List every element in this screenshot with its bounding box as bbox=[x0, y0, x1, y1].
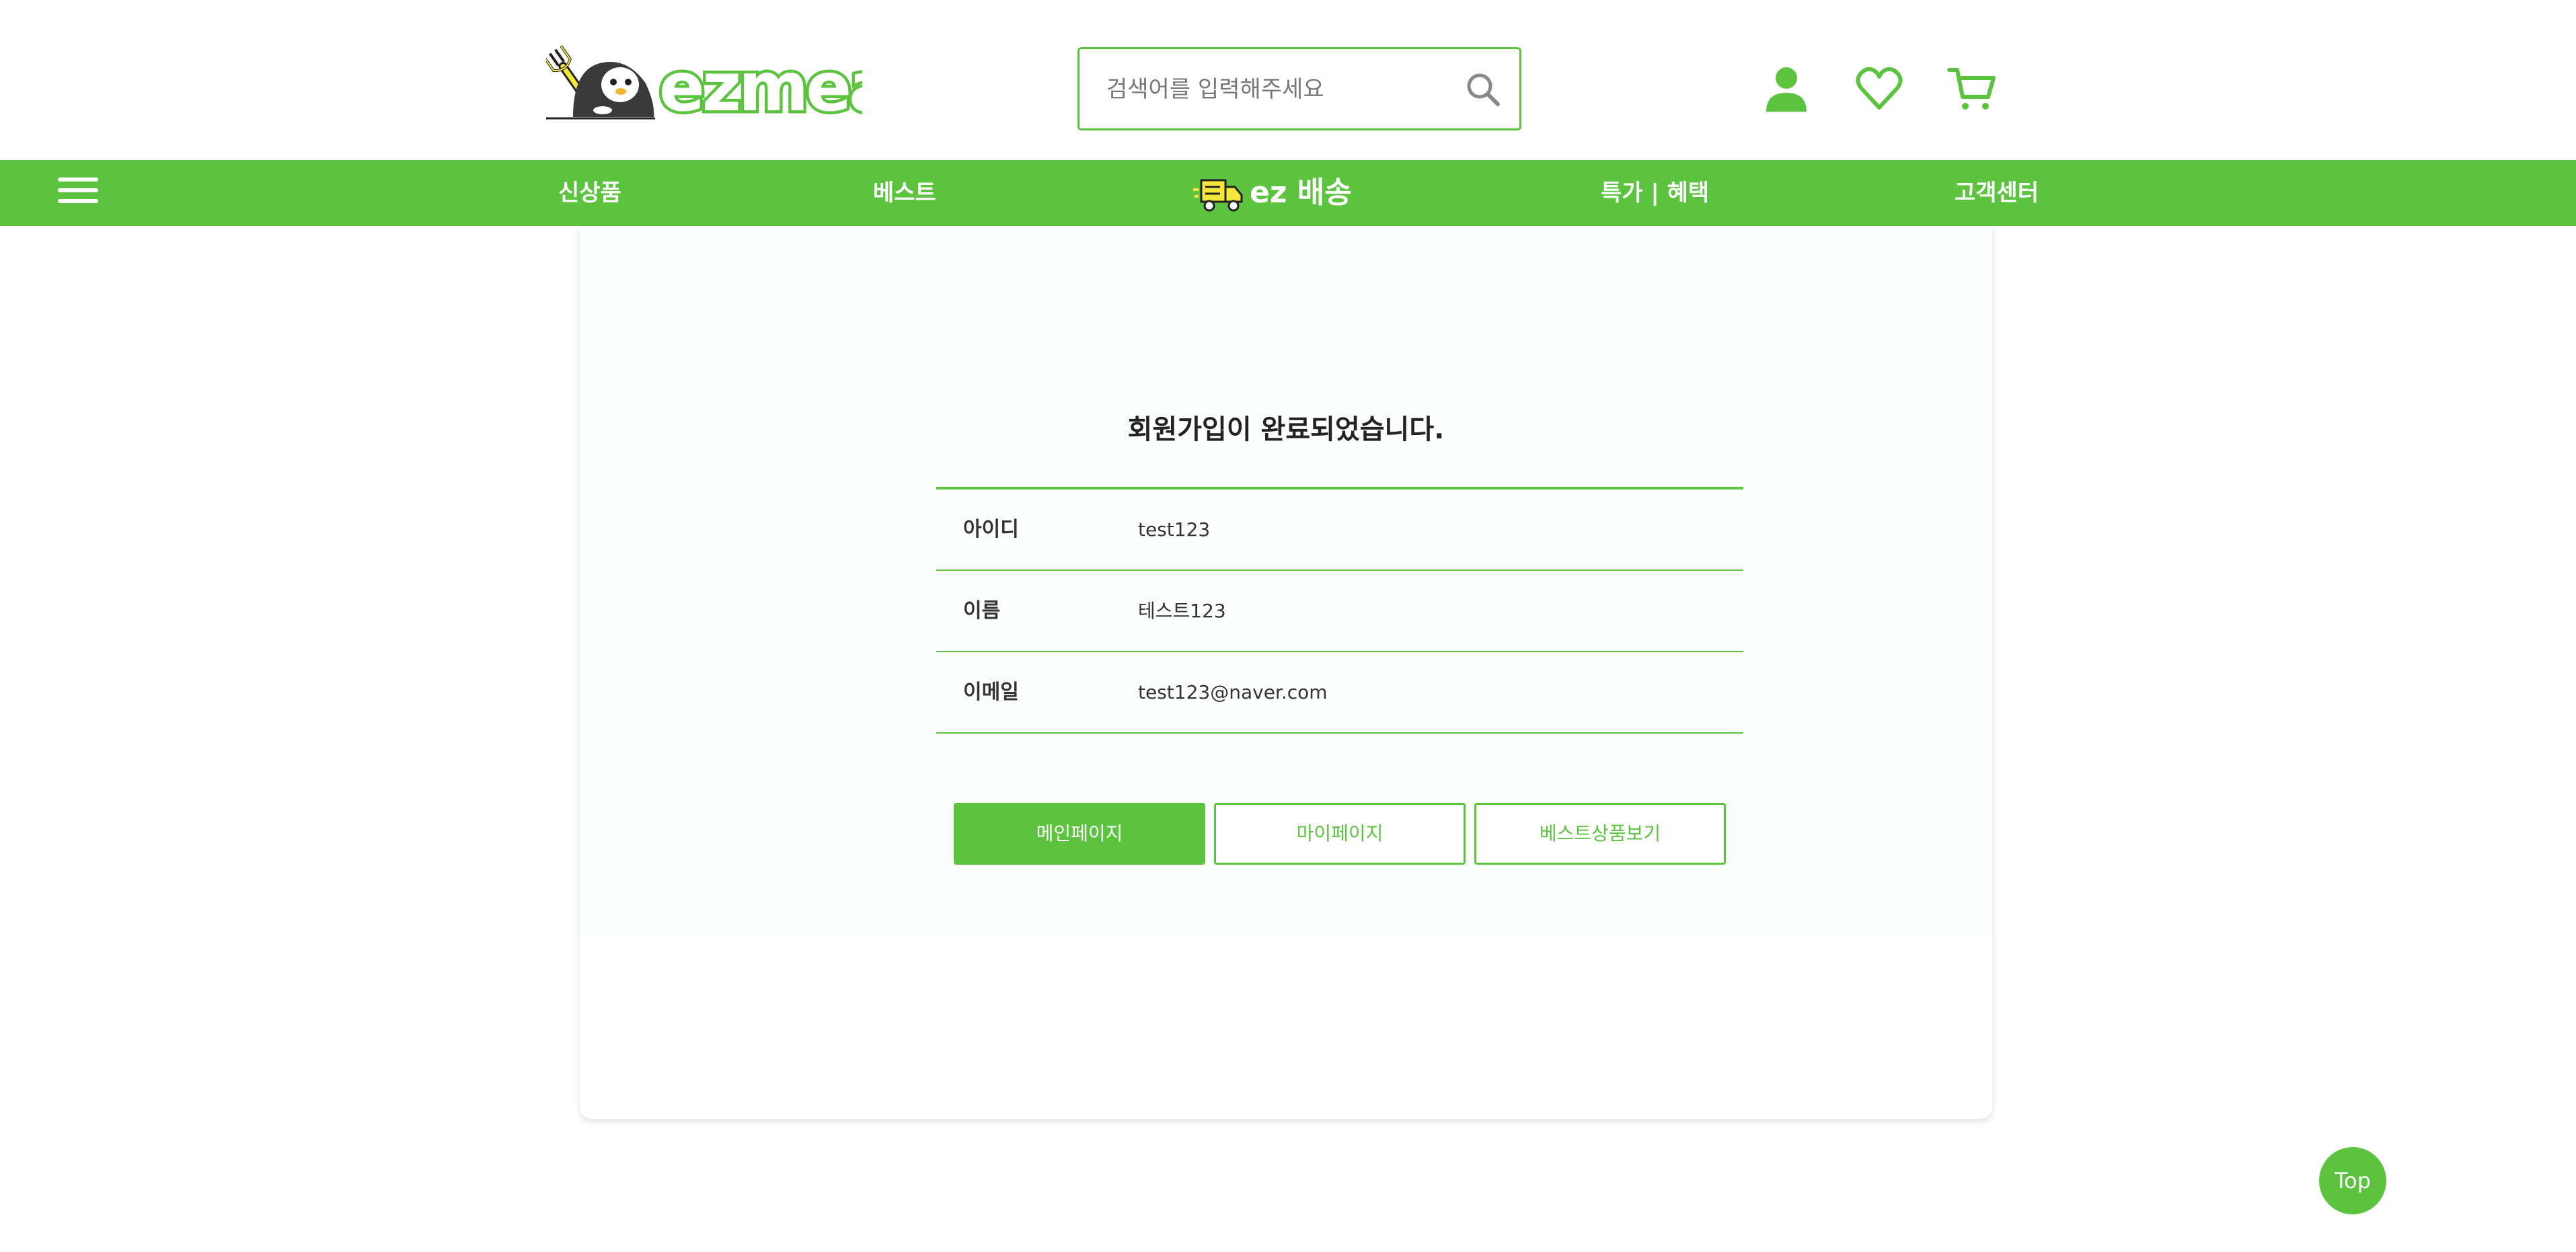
ezmeal-logo[interactable]: ezmeal ezmeal bbox=[546, 43, 862, 124]
main-navigation: 신상품 베스트 ez 배송 특가 | 혜택 고객센터 bbox=[0, 160, 2576, 226]
page-title: 회원가입이 완료되었습니다. bbox=[1127, 414, 1445, 445]
nav-item-deals-benefits[interactable]: 특가 | 혜택 bbox=[1601, 160, 1709, 226]
table-row-user-id: 아이디 test123 bbox=[936, 490, 1743, 571]
nav-item-ez-delivery[interactable]: ez 배송 bbox=[1192, 169, 1352, 217]
main-page-button[interactable]: 메인페이지 bbox=[954, 803, 1205, 865]
user-icon[interactable] bbox=[1761, 63, 1812, 114]
signup-complete-card: 회원가입이 완료되었습니다. 아이디 test123 이름 테스트123 이메일… bbox=[580, 226, 1992, 1119]
row-label: 이메일 bbox=[963, 680, 1019, 704]
scroll-top-button[interactable]: Top bbox=[2319, 1147, 2386, 1214]
row-value: test123 bbox=[1138, 518, 1211, 541]
table-row-email: 이메일 test123@naver.com bbox=[936, 652, 1743, 734]
delivery-truck-icon bbox=[1193, 179, 1243, 212]
signup-complete-panel: 회원가입이 완료되었습니다. 아이디 test123 이름 테스트123 이메일… bbox=[580, 226, 1992, 936]
row-value: 테스트123 bbox=[1138, 600, 1226, 622]
search-icon[interactable] bbox=[1464, 71, 1502, 108]
logo-wordmark: ezmeal bbox=[659, 48, 862, 124]
nav-item-customer-center[interactable]: 고객센터 bbox=[1955, 160, 2039, 226]
nav-item-best[interactable]: 베스트 bbox=[873, 160, 936, 226]
penguin-mascot-logo-icon: ezmeal ezmeal bbox=[546, 45, 862, 124]
table-row-name: 이름 테스트123 bbox=[936, 571, 1743, 652]
site-header: ezmeal ezmeal bbox=[0, 0, 2576, 160]
search-input[interactable] bbox=[1106, 69, 1456, 110]
row-label: 아이디 bbox=[963, 518, 1019, 541]
search-box[interactable] bbox=[1077, 47, 1521, 130]
best-products-button[interactable]: 베스트상품보기 bbox=[1474, 803, 1726, 865]
action-buttons: 메인페이지 마이페이지 베스트상품보기 bbox=[954, 803, 1727, 865]
member-info-table: 아이디 test123 이름 테스트123 이메일 test123@naver.… bbox=[936, 487, 1743, 734]
row-value: test123@naver.com bbox=[1138, 681, 1328, 703]
hamburger-icon[interactable] bbox=[58, 178, 98, 208]
my-page-button[interactable]: 마이페이지 bbox=[1214, 803, 1466, 865]
nav-item-new-products[interactable]: 신상품 bbox=[558, 160, 621, 226]
row-label: 이름 bbox=[963, 599, 1001, 623]
ez-delivery-label: ez 배송 bbox=[1250, 175, 1352, 210]
cart-icon[interactable] bbox=[1946, 63, 1998, 114]
heart-icon[interactable] bbox=[1854, 63, 1905, 114]
